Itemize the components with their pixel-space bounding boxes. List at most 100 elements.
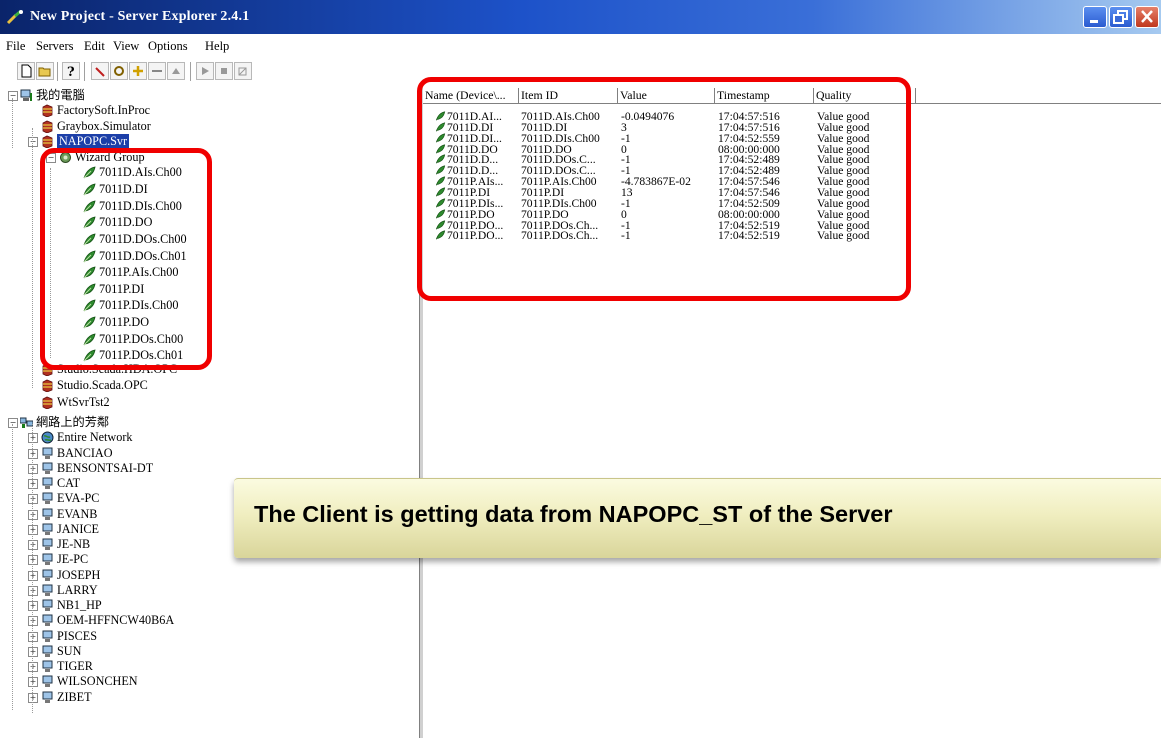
tree-node-label: 7011P.DIs.Ch00 bbox=[99, 298, 179, 313]
opc-item-leaf-icon bbox=[83, 316, 96, 329]
tree-node-network-host[interactable]: + WILSONCHEN bbox=[8, 674, 408, 689]
minimize-button[interactable] bbox=[1083, 6, 1107, 28]
expand-toggle[interactable]: + bbox=[28, 570, 38, 581]
column-header-quality[interactable]: Quality bbox=[814, 88, 916, 104]
tree-node-server[interactable]: WtSvrTst2 bbox=[8, 395, 408, 410]
cell-text: Value good bbox=[817, 230, 870, 243]
collapse-toggle[interactable]: − bbox=[28, 137, 38, 148]
menu-view[interactable]: View bbox=[113, 39, 139, 54]
tree-node-network-host[interactable]: + NB1_HP bbox=[8, 598, 408, 613]
expand-toggle[interactable]: + bbox=[28, 616, 38, 627]
expand-toggle[interactable]: + bbox=[28, 479, 38, 490]
tree-node-item[interactable]: 7011D.DIs.Ch00 bbox=[8, 199, 408, 214]
tree-node-network-host[interactable]: + PISCES bbox=[8, 629, 408, 644]
new-button[interactable] bbox=[17, 62, 35, 80]
remove-button[interactable] bbox=[148, 62, 166, 80]
column-header-name[interactable]: Name (Device\... bbox=[423, 88, 519, 104]
help-button[interactable]: ? bbox=[62, 62, 80, 80]
expand-toggle[interactable]: + bbox=[28, 677, 38, 688]
add-item-button[interactable] bbox=[129, 62, 147, 80]
close-button[interactable] bbox=[1135, 6, 1159, 28]
tree-node-network-host[interactable]: + ZIBET bbox=[8, 690, 408, 705]
minimize-icon bbox=[1090, 20, 1098, 23]
tree-node-item[interactable]: 7011P.DIs.Ch00 bbox=[8, 298, 408, 313]
tree-node-server[interactable]: FactorySoft.InProc bbox=[8, 103, 408, 118]
list-row[interactable]: 7011P.DO... 7011P.DOs.Ch... -1 17:04:52:519… bbox=[423, 230, 923, 242]
tree-node-network-host[interactable]: + SUN bbox=[8, 644, 408, 659]
opc-item-leaf-icon bbox=[83, 333, 96, 346]
pointer-button[interactable] bbox=[91, 62, 109, 80]
expand-toggle[interactable]: + bbox=[28, 646, 38, 657]
tree-node-network-host[interactable]: + OEM-HFFNCW40B6A bbox=[8, 613, 408, 628]
tree-node-item[interactable]: 7011D.DI bbox=[8, 182, 408, 197]
tree-node-network-host[interactable]: + BANCIAO bbox=[8, 446, 408, 461]
expand-toggle[interactable]: + bbox=[28, 662, 38, 673]
opc-item-leaf-icon bbox=[435, 165, 446, 175]
tree-node-network-host[interactable]: + Entire Network bbox=[8, 430, 408, 445]
write-button[interactable] bbox=[234, 62, 252, 80]
expand-toggle[interactable]: + bbox=[28, 509, 38, 520]
cell-text: 7011P.DOs.Ch... bbox=[521, 230, 599, 243]
tree-node-item[interactable]: 7011P.AIs.Ch00 bbox=[8, 265, 408, 280]
tree-node-server[interactable]: Graybox.Simulator bbox=[8, 119, 408, 134]
tree-node-network-host[interactable]: + TIGER bbox=[8, 659, 408, 674]
menu-help[interactable]: Help bbox=[205, 39, 229, 54]
menu-options[interactable]: Options bbox=[148, 39, 188, 54]
new-icon bbox=[21, 64, 32, 78]
network-computer-icon bbox=[42, 508, 53, 520]
tree-node-label: BANCIAO bbox=[57, 445, 113, 460]
tree-node-item[interactable]: 7011D.DO bbox=[8, 215, 408, 230]
tree-node-label: JANICE bbox=[57, 521, 99, 536]
expand-toggle[interactable]: + bbox=[28, 494, 38, 505]
tree-node-item[interactable]: 7011P.DOs.Ch00 bbox=[8, 332, 408, 347]
column-header-timestamp[interactable]: Timestamp bbox=[715, 88, 814, 104]
connect-button[interactable] bbox=[110, 62, 128, 80]
write-icon bbox=[238, 67, 247, 76]
collapse-toggle[interactable]: − bbox=[8, 418, 18, 428]
tree-node-item[interactable]: 7011P.DO bbox=[8, 315, 408, 330]
up-button[interactable] bbox=[167, 62, 185, 80]
tree-node-wizard-group[interactable]: − Wizard Group bbox=[8, 150, 408, 165]
opc-server-icon bbox=[42, 396, 53, 410]
tree-node-network-host[interactable]: + LARRY bbox=[8, 583, 408, 598]
server-tree[interactable]: − 我的電腦 FactorySoft.InProc Graybox.Simulator… bbox=[8, 88, 419, 738]
menu-servers[interactable]: Servers bbox=[36, 39, 74, 54]
collapse-toggle[interactable]: − bbox=[8, 91, 18, 101]
expand-toggle[interactable]: + bbox=[28, 585, 38, 596]
tree-node-server[interactable]: Studio.Scada.OPC bbox=[8, 378, 408, 393]
expand-toggle[interactable]: + bbox=[28, 631, 38, 642]
tree-node-item[interactable]: 7011P.DI bbox=[8, 282, 408, 297]
tree-node-network-host[interactable]: + BENSONTSAI-DT bbox=[8, 461, 408, 476]
stop-button[interactable] bbox=[215, 62, 233, 80]
tree-node-item[interactable]: 7011D.DOs.Ch01 bbox=[8, 249, 408, 264]
column-header-value[interactable]: Value bbox=[618, 88, 715, 104]
play-icon bbox=[202, 67, 209, 75]
tree-node-item[interactable]: 7011D.DOs.Ch00 bbox=[8, 232, 408, 247]
tree-node-my-computer[interactable]: − 我的電腦 bbox=[8, 88, 408, 103]
tree-node-item[interactable]: 7011D.AIs.Ch00 bbox=[8, 165, 408, 180]
tree-node-network-neighborhood[interactable]: − 網路上的芳鄰 bbox=[8, 415, 408, 430]
tree-node-network-host[interactable]: + JOSEPH bbox=[8, 568, 408, 583]
expand-toggle[interactable]: + bbox=[28, 524, 38, 535]
tree-node-label: 7011D.DOs.Ch00 bbox=[99, 231, 187, 246]
expand-toggle[interactable]: + bbox=[28, 555, 38, 566]
expand-toggle[interactable]: + bbox=[28, 692, 38, 703]
title-bar[interactable]: New Project - Server Explorer 2.4.1 bbox=[0, 0, 1161, 34]
expand-toggle[interactable]: + bbox=[28, 448, 38, 459]
expand-toggle[interactable]: + bbox=[28, 463, 38, 474]
expand-toggle[interactable]: + bbox=[28, 433, 38, 444]
menu-edit[interactable]: Edit bbox=[84, 39, 105, 54]
expand-toggle[interactable]: + bbox=[28, 540, 38, 551]
tree-node-server[interactable]: − NAPOPC.Svr bbox=[8, 134, 408, 150]
collapse-toggle[interactable]: − bbox=[46, 152, 56, 163]
column-header-item-id[interactable]: Item ID bbox=[519, 88, 618, 104]
opc-item-leaf-icon bbox=[435, 122, 446, 132]
expand-toggle[interactable]: + bbox=[28, 601, 38, 612]
menu-file[interactable]: File bbox=[6, 39, 25, 54]
tree-node-server[interactable]: Studio.Scada.HDA.OPC bbox=[8, 362, 408, 377]
restore-button[interactable] bbox=[1109, 6, 1133, 28]
play-button[interactable] bbox=[196, 62, 214, 80]
item-list-view[interactable]: Name (Device\... Item ID Value Timestamp… bbox=[423, 88, 1161, 738]
open-button[interactable] bbox=[36, 62, 54, 80]
cell-name: 7011P.DO... bbox=[435, 230, 521, 242]
